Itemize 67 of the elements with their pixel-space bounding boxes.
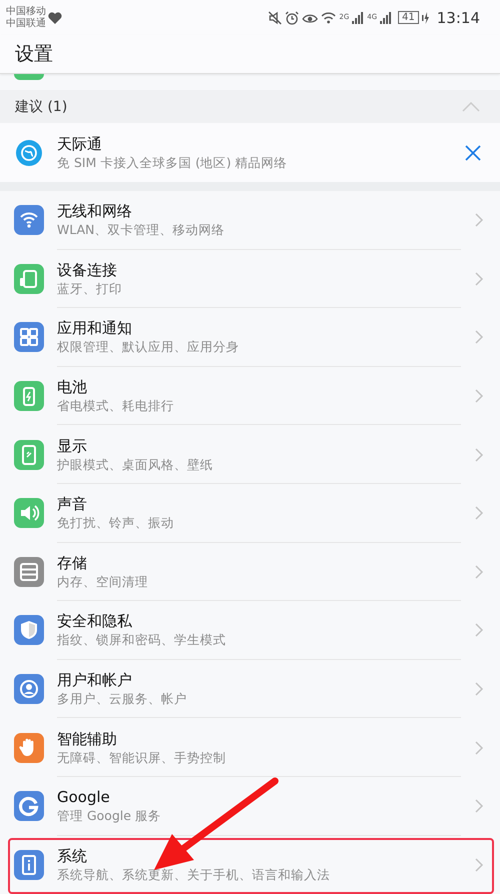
chevron-icon	[474, 505, 484, 522]
battery-level: 41	[398, 11, 419, 24]
chevron-icon	[474, 798, 484, 814]
setting-row[interactable]: Google 管理 Google 服务	[0, 776, 500, 836]
setting-subtitle: 多用户、云服务、帐户	[57, 690, 187, 708]
setting-title[interactable]: 存储	[57, 552, 87, 573]
setting-row[interactable]: 设备连接 蓝牙、打印	[0, 250, 500, 308]
setting-row[interactable]: 显示 护眼模式、桌面风格、壁纸	[0, 425, 500, 484]
setting-subtitle: 权限管理、默认应用、应用分身	[57, 338, 239, 356]
setting-title[interactable]: 系统	[57, 846, 87, 866]
chevron-icon	[474, 856, 484, 873]
chevron-icon	[474, 446, 484, 463]
charging-icon	[422, 12, 430, 24]
setting-subtitle: 指纹、锁屏和密码、学生模式	[57, 631, 226, 648]
chevron-icon	[474, 329, 484, 346]
setting-row[interactable]: 智能辅助 无障碍、智能识屏、手势控制	[0, 718, 500, 777]
setting-title[interactable]: 无线和网络	[57, 201, 132, 222]
setting-title[interactable]: Google	[57, 787, 110, 808]
section-title: 建议 (1)	[15, 98, 68, 116]
setting-row[interactable]: 存储 内存、空间清理	[0, 542, 500, 602]
setting-title[interactable]: 声音	[57, 494, 87, 514]
setting-subtitle: 管理 Google 服务	[57, 807, 162, 824]
clock-time: 13:14	[436, 8, 480, 26]
setting-subtitle: 省电模式、耗电排行	[57, 397, 174, 414]
setting-row[interactable]: 应用和通知 权限管理、默认应用、应用分身	[0, 308, 500, 367]
setting-title[interactable]: 用户和帐户	[57, 670, 132, 690]
chevron-icon	[474, 622, 484, 638]
setting-row[interactable]: 系统 系统导航、系统更新、关于手机、语言和输入法	[0, 836, 500, 894]
setting-subtitle: 系统导航、系统更新、关于手机、语言和输入法	[57, 866, 330, 884]
eye-icon	[302, 12, 318, 24]
setting-title[interactable]: 设备连接	[57, 260, 117, 280]
setting-title[interactable]: 显示	[57, 436, 87, 456]
setting-row[interactable]: 无线和网络 WLAN、双卡管理、移动网络	[0, 191, 500, 250]
chevron-icon	[474, 212, 484, 228]
page-title: 设置	[15, 42, 53, 67]
section-header[interactable]: 建议 (1)	[0, 90, 500, 123]
setting-title[interactable]: 智能辅助	[57, 728, 117, 749]
setting-subtitle: WLAN、双卡管理、移动网络	[57, 221, 225, 238]
setting-title[interactable]: 电池	[57, 377, 87, 398]
suggestion-title[interactable]: 天际通	[57, 134, 102, 154]
setting-subtitle: 护眼模式、桌面风格、壁纸	[57, 456, 213, 473]
alarm-icon	[285, 10, 300, 24]
chevron-icon	[474, 681, 484, 698]
setting-title[interactable]: 安全和隐私	[57, 611, 132, 632]
setting-subtitle: 免打扰、铃声、振动	[57, 514, 174, 532]
setting-row[interactable]: 电池 省电模式、耗电排行	[0, 366, 500, 426]
setting-subtitle: 内存、空间清理	[57, 572, 148, 590]
app-icon	[14, 74, 44, 80]
chevron-icon	[474, 388, 484, 404]
setting-row[interactable]: 声音 免打扰、铃声、振动	[0, 484, 500, 543]
carrier-name: 中国移动	[6, 6, 46, 18]
chevron-icon	[474, 740, 484, 756]
signal-icon	[352, 12, 364, 24]
wifi-icon	[321, 12, 336, 24]
setting-row[interactable]: 用户和帐户 多用户、云服务、帐户	[0, 660, 500, 718]
suggestion-subtitle: 免 SIM 卡接入全球多国 (地区) 精品网络	[57, 154, 288, 171]
setting-subtitle: 蓝牙、打印	[57, 280, 122, 297]
chevron-icon	[474, 564, 484, 580]
chevron-icon	[474, 270, 484, 287]
setting-title[interactable]: 应用和通知	[57, 318, 132, 338]
setting-subtitle: 无障碍、智能识屏、手势控制	[57, 748, 226, 766]
setting-row[interactable]: 安全和隐私 指纹、锁屏和密码、学生模式	[0, 601, 500, 660]
close-icon[interactable]	[464, 144, 482, 162]
heart-icon	[48, 12, 62, 24]
signal-icon	[380, 12, 392, 24]
carrier-name: 中国联通	[6, 18, 46, 30]
mute-icon	[268, 10, 282, 24]
